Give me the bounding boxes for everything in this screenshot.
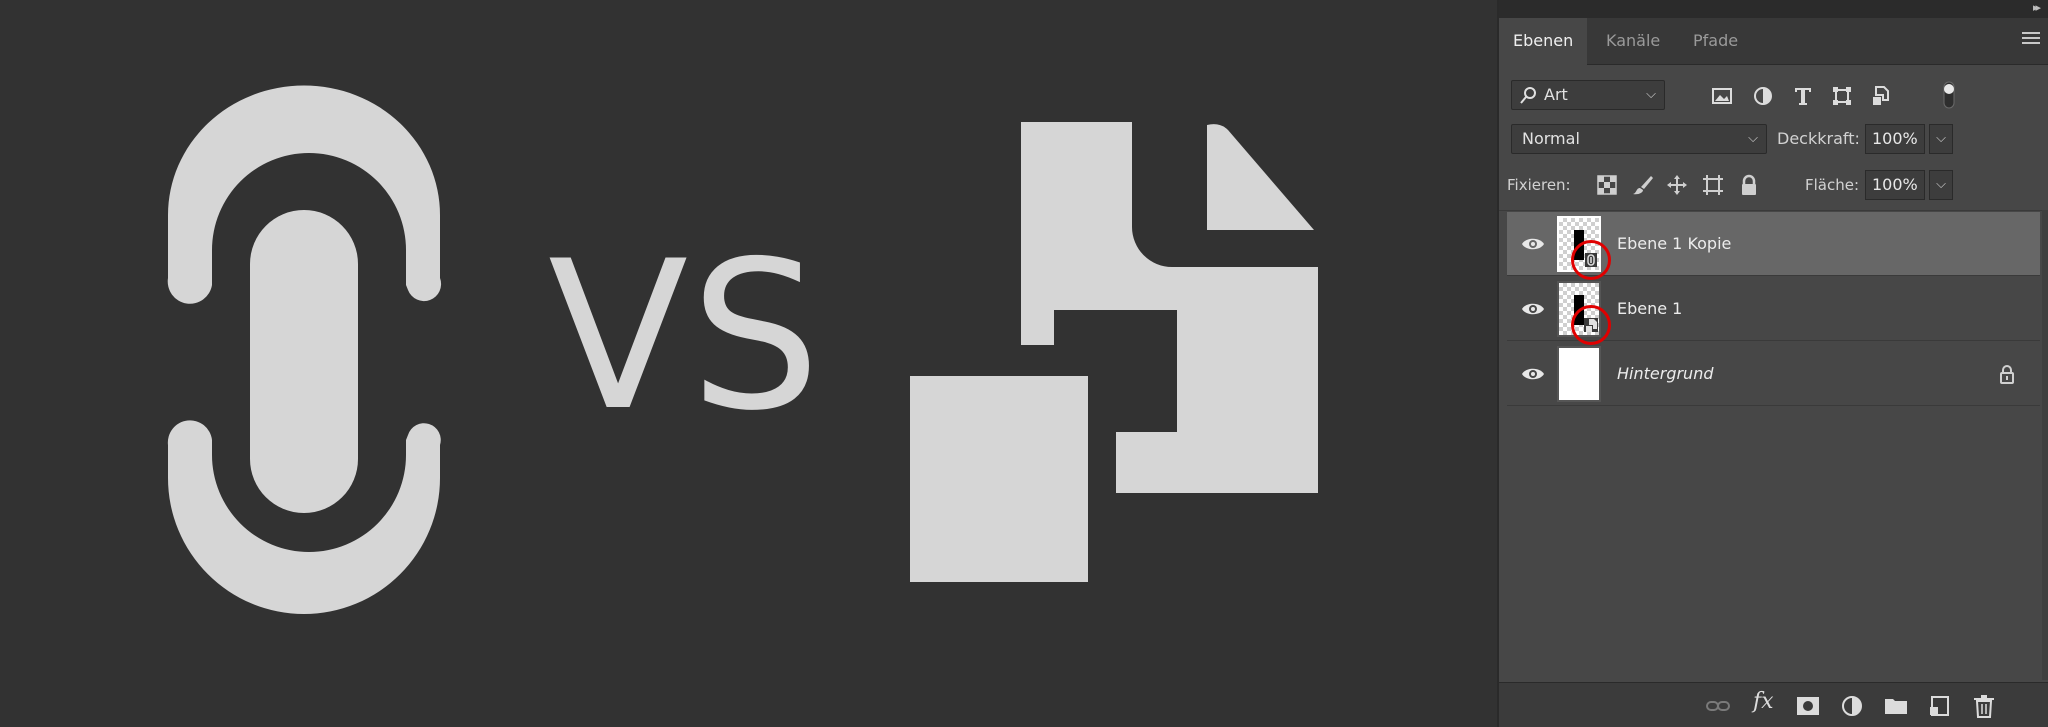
- chain-link-icon: [167, 85, 442, 614]
- panel-bottom-bar: fx: [1499, 682, 2048, 727]
- eye-icon[interactable]: [1521, 297, 1545, 321]
- lock-row: Fixieren: Fläche: 100% ⌵: [1499, 170, 2048, 204]
- panel-top-strip: ▸▸: [1499, 0, 2048, 18]
- blend-row: Normal ⌵ Deckkraft: 100% ⌵: [1499, 124, 2048, 158]
- smart-object-filter-icon[interactable]: [1869, 84, 1893, 108]
- trash-icon[interactable]: [1971, 693, 1997, 719]
- opacity-dropdown-button[interactable]: ⌵: [1929, 124, 1953, 154]
- fill-input[interactable]: 100%: [1865, 170, 1925, 200]
- link-layers-icon[interactable]: [1705, 693, 1731, 719]
- embedded-smart-object-icon: [1584, 318, 1598, 332]
- lock-paint-icon[interactable]: [1631, 173, 1655, 197]
- layers-scrollbar[interactable]: [2042, 210, 2048, 680]
- chevron-down-icon: ⌵: [1646, 87, 1656, 102]
- layer-mask-icon[interactable]: [1795, 693, 1821, 719]
- blend-mode-dropdown[interactable]: Normal ⌵: [1511, 124, 1767, 154]
- eye-icon[interactable]: [1521, 232, 1545, 256]
- layer-name[interactable]: Hintergrund: [1617, 342, 1713, 406]
- tab-pfade[interactable]: Pfade: [1679, 18, 1752, 64]
- filter-kind-label: Art: [1544, 85, 1568, 104]
- adjustment-layer-icon[interactable]: [1839, 693, 1865, 719]
- opacity-input[interactable]: 100%: [1865, 124, 1925, 154]
- layer-name[interactable]: Ebene 1 Kopie: [1617, 212, 1731, 276]
- filter-toggle-icon[interactable]: [1937, 80, 1961, 110]
- search-icon: [1520, 87, 1536, 104]
- lock-label: Fixieren:: [1507, 176, 1571, 194]
- fill-label: Fläche:: [1805, 176, 1860, 194]
- vs-text: VS: [548, 218, 823, 456]
- layer-row-ebene-1-kopie[interactable]: Ebene 1 Kopie: [1507, 212, 2040, 280]
- chevron-down-icon: ⌵: [1748, 131, 1758, 146]
- fx-icon[interactable]: fx: [1753, 689, 1774, 714]
- lock-position-icon[interactable]: [1665, 173, 1689, 197]
- tab-kanaele[interactable]: Kanäle: [1592, 18, 1674, 64]
- lock-all-icon[interactable]: [1737, 173, 1761, 197]
- blend-mode-value: Normal: [1522, 129, 1580, 148]
- linked-smart-object-icon: [1585, 253, 1597, 267]
- shape-filter-icon[interactable]: [1830, 84, 1854, 108]
- layer-row-ebene-1[interactable]: Ebene 1: [1507, 277, 2040, 345]
- filter-kind-dropdown[interactable]: Art ⌵: [1511, 80, 1665, 110]
- lock-icon[interactable]: [1998, 364, 2016, 384]
- document-copy-icon: [910, 122, 1318, 582]
- doc-folded-corner: [1207, 124, 1314, 230]
- layer-name[interactable]: Ebene 1: [1617, 277, 1682, 341]
- panel-menu-icon[interactable]: [2022, 32, 2040, 46]
- eye-icon[interactable]: [1521, 362, 1545, 386]
- link-center-bar: [250, 210, 358, 513]
- lock-transparent-icon[interactable]: [1595, 173, 1619, 197]
- canvas-area[interactable]: VS: [0, 0, 1497, 727]
- opacity-label: Deckkraft:: [1777, 129, 1860, 148]
- panel-tab-bar: Ebenen Kanäle Pfade: [1499, 18, 2048, 65]
- fill-dropdown-button[interactable]: ⌵: [1929, 170, 1953, 200]
- lock-artboard-icon[interactable]: [1701, 173, 1725, 197]
- double-chevron-right-icon[interactable]: ▸▸: [2033, 1, 2041, 14]
- doc-front-sheet: [910, 376, 1088, 582]
- adjustment-filter-icon[interactable]: [1751, 84, 1775, 108]
- layer-thumbnail: [1557, 346, 1601, 402]
- layer-row-hintergrund[interactable]: Hintergrund: [1507, 342, 2040, 406]
- type-filter-icon[interactable]: [1791, 84, 1815, 108]
- layers-panel: ▸▸ Ebenen Kanäle Pfade Art ⌵ Normal ⌵ De…: [1497, 0, 2048, 727]
- tab-ebenen[interactable]: Ebenen: [1499, 18, 1587, 65]
- divider: [1499, 210, 2048, 211]
- group-folder-icon[interactable]: [1883, 693, 1909, 719]
- image-filter-icon[interactable]: [1710, 84, 1734, 108]
- filter-row: Art ⌵: [1499, 78, 2048, 112]
- new-layer-icon[interactable]: [1927, 693, 1953, 719]
